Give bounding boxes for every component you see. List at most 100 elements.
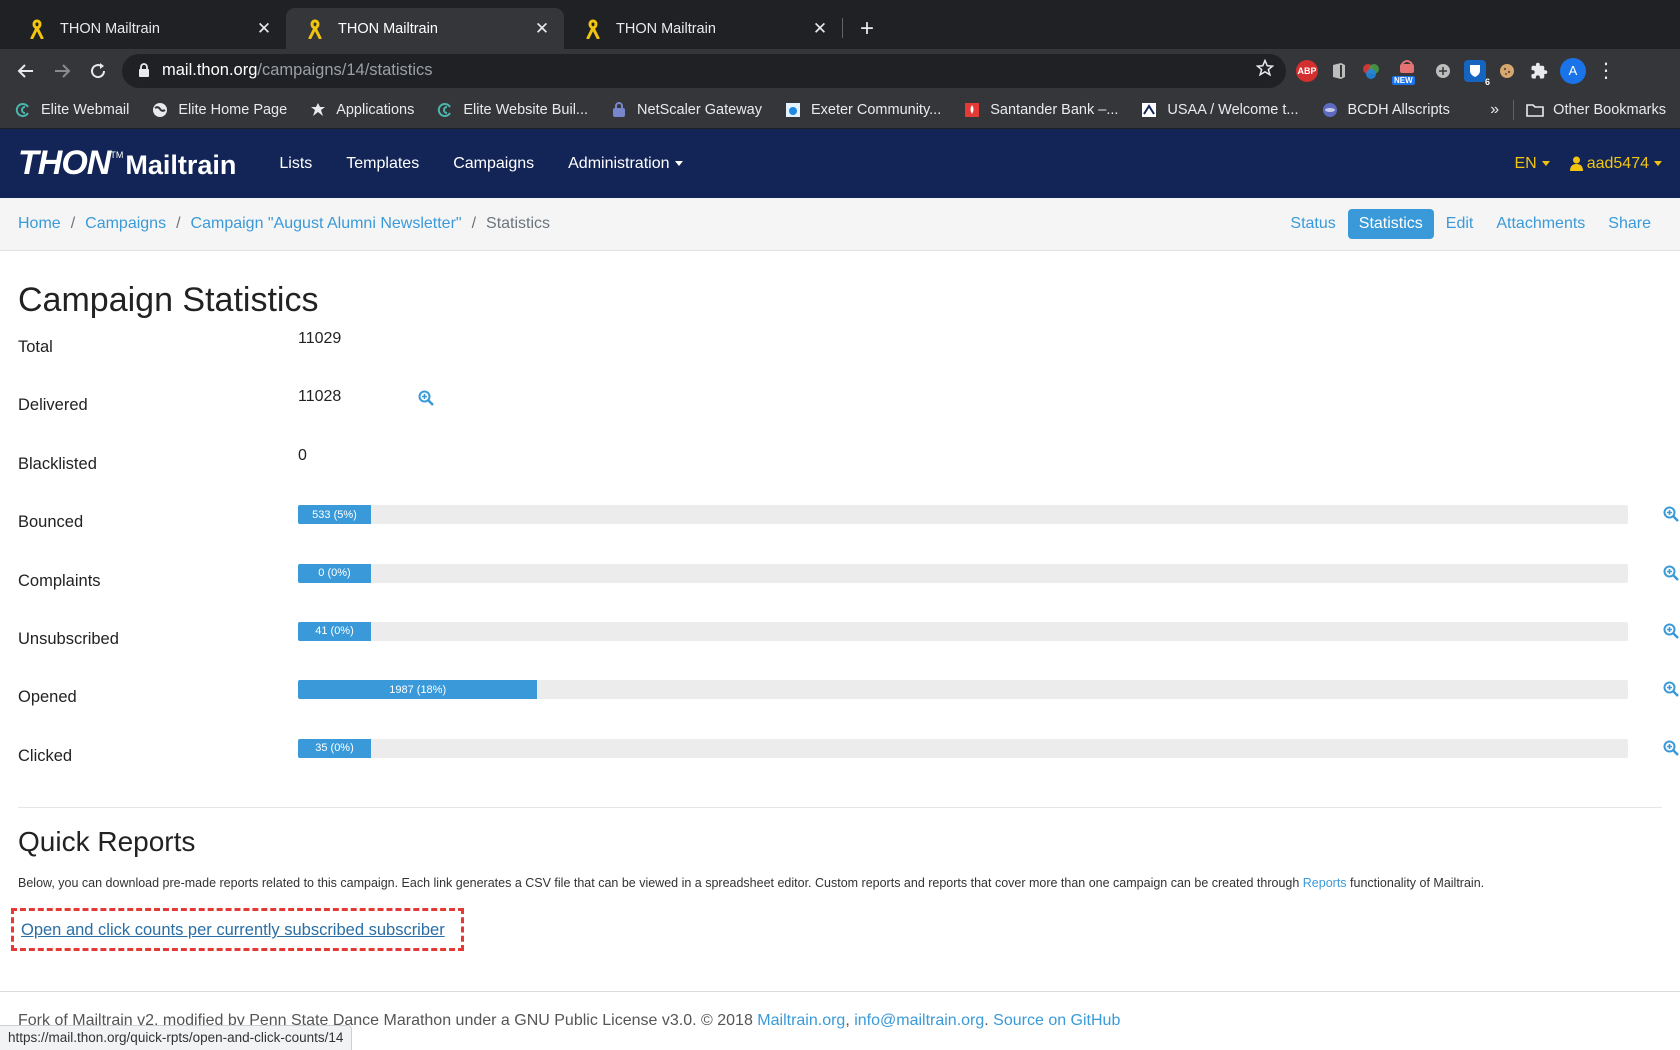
stat-label: Opened bbox=[18, 688, 77, 707]
close-icon[interactable]: ✕ bbox=[254, 19, 274, 39]
secondary-nav: Status Statistics Edit Attachments Share bbox=[1278, 209, 1662, 239]
reports-link[interactable]: Reports bbox=[1303, 876, 1347, 890]
bug-icon[interactable] bbox=[1432, 60, 1454, 82]
apps-icon bbox=[309, 101, 327, 119]
tab-status[interactable]: Status bbox=[1279, 209, 1346, 239]
tab-statistics[interactable]: Statistics bbox=[1347, 209, 1434, 239]
profile-avatar[interactable]: A bbox=[1560, 57, 1586, 84]
other-bookmarks[interactable]: Other Bookmarks bbox=[1526, 101, 1666, 119]
stat-row-delivered: Delivered 11028 bbox=[18, 378, 1662, 436]
stat-row-unsubscribed: Unsubscribed 41 (0%) bbox=[18, 612, 1679, 670]
stat-label: Total bbox=[18, 338, 53, 356]
bookmark-exeter[interactable]: Exeter Community... bbox=[784, 101, 941, 119]
browser-tab-1[interactable]: THON Mailtrain ✕ bbox=[8, 8, 286, 49]
office-icon[interactable] bbox=[1328, 60, 1350, 82]
stat-row-opened: Opened 1987 (18%) bbox=[18, 670, 1679, 728]
footer-text: . bbox=[984, 1012, 994, 1029]
language-dropdown[interactable]: EN bbox=[1514, 155, 1549, 173]
back-button[interactable] bbox=[8, 53, 44, 89]
stat-label: Clicked bbox=[18, 746, 73, 765]
bookmark-santander[interactable]: Santander Bank –... bbox=[963, 101, 1118, 119]
progress-fill: 41 (0%) bbox=[298, 621, 371, 641]
ribbon-icon bbox=[306, 18, 324, 39]
santander-icon bbox=[963, 101, 981, 119]
progress-bar: 1987 (18%) bbox=[298, 680, 1628, 700]
browser-tab-2[interactable]: THON Mailtrain ✕ bbox=[286, 8, 564, 49]
netscaler-icon bbox=[610, 101, 628, 119]
browser-tab-3[interactable]: THON Mailtrain ✕ bbox=[564, 8, 842, 49]
zoom-in-icon[interactable] bbox=[418, 390, 434, 407]
nav-campaigns[interactable]: Campaigns bbox=[453, 155, 534, 173]
bookmarks-overflow-button[interactable]: » bbox=[1490, 101, 1499, 119]
zoom-in-icon[interactable] bbox=[1663, 740, 1679, 756]
menu-kebab-icon[interactable]: ⋮ bbox=[1596, 58, 1616, 83]
bookmark-netscaler[interactable]: NetScaler Gateway bbox=[610, 101, 762, 119]
new-badge-icon[interactable]: NEW bbox=[1392, 59, 1422, 85]
open-click-counts-link[interactable]: Open and click counts per currently subs… bbox=[21, 921, 445, 939]
adblock-icon[interactable]: ABP bbox=[1296, 59, 1318, 82]
browser-toolbar: mail.thon.org/campaigns/14/statistics AB… bbox=[0, 49, 1680, 92]
colorwheel-icon[interactable] bbox=[1360, 60, 1382, 82]
forward-button[interactable] bbox=[44, 53, 80, 89]
bookmark-elite-webmail[interactable]: Elite Webmail bbox=[14, 101, 129, 119]
progress-fill: 1987 (18%) bbox=[298, 680, 538, 700]
tab-title: THON Mailtrain bbox=[60, 20, 160, 37]
zoom-in-icon[interactable] bbox=[1663, 506, 1679, 523]
bookmark-label: NetScaler Gateway bbox=[637, 102, 762, 118]
zoom-in-icon[interactable] bbox=[1663, 565, 1679, 581]
reload-button[interactable] bbox=[80, 53, 116, 89]
browser-tabstrip: THON Mailtrain ✕ THON Mailtrain ✕ THON M… bbox=[0, 0, 1680, 49]
brand-thon: THON bbox=[18, 144, 111, 182]
puzzle-icon[interactable] bbox=[1528, 60, 1550, 82]
tab-title: THON Mailtrain bbox=[616, 20, 716, 37]
stat-row-blacklisted: Blacklisted 0 bbox=[18, 437, 1662, 495]
bookmark-elite-builder[interactable]: Elite Website Buil... bbox=[436, 101, 588, 119]
new-tab-button[interactable]: + bbox=[849, 8, 885, 49]
breadcrumb-home[interactable]: Home bbox=[18, 215, 61, 233]
progress-bar: 41 (0%) bbox=[298, 621, 1628, 641]
nav-lists[interactable]: Lists bbox=[279, 155, 312, 173]
nav-administration[interactable]: Administration bbox=[568, 155, 682, 173]
close-icon[interactable]: ✕ bbox=[532, 19, 552, 39]
bookmark-bcdh[interactable]: BCDH Allscripts bbox=[1321, 101, 1450, 119]
stat-row-total: Total 11029 bbox=[18, 320, 1662, 378]
github-link[interactable]: Source on GitHub bbox=[993, 1012, 1120, 1029]
section-divider bbox=[18, 807, 1662, 809]
stat-row-bounced: Bounced 533 (5%) bbox=[18, 495, 1679, 553]
breadcrumb-campaigns[interactable]: Campaigns bbox=[85, 215, 166, 233]
brand-logo[interactable]: THON TM Mailtrain bbox=[18, 144, 236, 183]
nav-templates[interactable]: Templates bbox=[346, 155, 419, 173]
bookmark-applications[interactable]: Applications bbox=[309, 101, 414, 119]
zoom-in-icon[interactable] bbox=[1663, 623, 1679, 639]
tab-share[interactable]: Share bbox=[1597, 209, 1662, 239]
bitwarden-icon[interactable]: 6 bbox=[1464, 59, 1490, 87]
bookmark-label: Exeter Community... bbox=[810, 102, 942, 118]
user-dropdown[interactable]: aad5474 bbox=[1569, 155, 1662, 173]
back-arrow-icon bbox=[17, 63, 33, 78]
progress-fill: 0 (0%) bbox=[298, 563, 371, 583]
bookmark-elite-home[interactable]: Elite Home Page bbox=[151, 101, 287, 119]
mailtrain-org-link[interactable]: Mailtrain.org bbox=[757, 1012, 845, 1029]
url-host: mail.thon.org bbox=[162, 61, 258, 79]
elite-icon bbox=[14, 101, 32, 119]
stat-value: 0 bbox=[298, 446, 307, 464]
reload-icon bbox=[91, 62, 106, 78]
lock-icon bbox=[134, 63, 154, 78]
cookie-icon[interactable] bbox=[1496, 60, 1518, 82]
bookmarks-bar: Elite Webmail Elite Home Page Applicatio… bbox=[0, 92, 1680, 129]
zoom-in-icon[interactable] bbox=[1663, 681, 1679, 698]
usaa-icon bbox=[1140, 101, 1158, 119]
address-bar[interactable]: mail.thon.org/campaigns/14/statistics bbox=[122, 53, 1286, 88]
star-icon[interactable] bbox=[1255, 58, 1275, 82]
tab-attachments[interactable]: Attachments bbox=[1485, 209, 1596, 239]
email-link[interactable]: info@mailtrain.org bbox=[854, 1012, 984, 1029]
breadcrumb-campaign[interactable]: Campaign "August Alumni Newsletter" bbox=[191, 215, 462, 233]
close-icon[interactable]: ✕ bbox=[810, 19, 830, 39]
breadcrumb: Home / Campaigns / Campaign "August Alum… bbox=[0, 198, 1680, 251]
elite-icon bbox=[436, 101, 454, 119]
exeter-icon bbox=[784, 101, 802, 119]
ribbon-icon bbox=[584, 18, 602, 39]
tab-edit[interactable]: Edit bbox=[1435, 209, 1485, 239]
bookmark-usaa[interactable]: USAA / Welcome t... bbox=[1140, 101, 1299, 119]
folder-icon bbox=[1526, 101, 1544, 119]
